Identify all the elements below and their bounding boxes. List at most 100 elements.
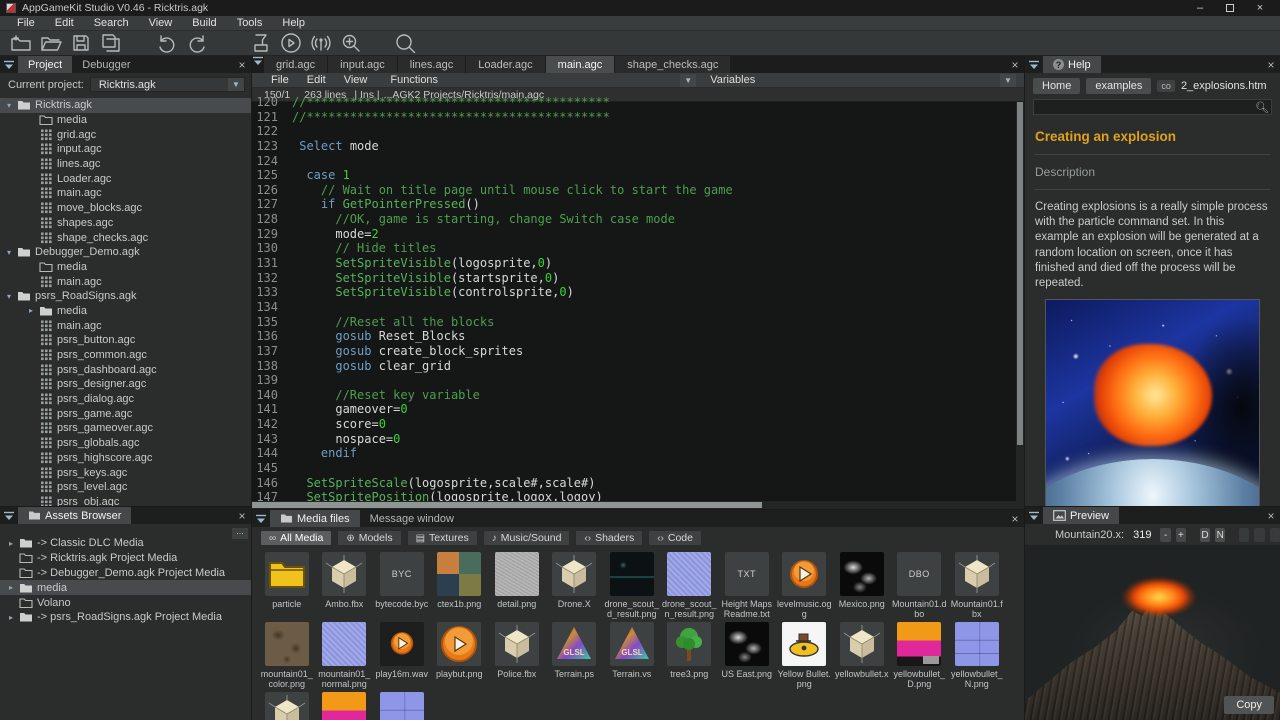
media-item[interactable]: Ambo.fbx (316, 552, 374, 619)
menu-file[interactable]: File (8, 16, 44, 30)
breadcrumb-examples[interactable]: examples (1086, 78, 1151, 94)
chevron-right-icon[interactable]: ▸ (4, 539, 18, 548)
breadcrumb-home[interactable]: Home (1033, 78, 1080, 94)
media-item[interactable]: US East.png (718, 622, 776, 689)
media-thumbnail-cube[interactable] (322, 552, 366, 596)
media-item[interactable]: yellowbullet_D.png (891, 622, 949, 689)
media-item[interactable] (373, 692, 431, 720)
panel-menu-icon[interactable] (0, 507, 18, 524)
media-item[interactable]: Mountain01.fbx (948, 552, 1006, 619)
media-thumbnail-cube[interactable] (265, 692, 309, 720)
code-line[interactable]: 143 nospace=0 (252, 432, 1016, 447)
tab-assets-browser[interactable]: Assets Browser (18, 507, 131, 524)
media-thumbnail-clouds[interactable] (725, 622, 769, 666)
new-project-button[interactable] (6, 31, 36, 55)
media-item[interactable]: playbut.png (431, 622, 489, 689)
media-item[interactable] (258, 692, 316, 720)
project-tree-item[interactable]: psrs_keys.agc (0, 465, 251, 480)
panel-menu-icon[interactable] (0, 56, 18, 73)
project-tree-item[interactable]: psrs_globals.agc (0, 436, 251, 451)
help-search-input[interactable] (1034, 101, 1253, 113)
media-thumbnail-sheetN[interactable] (380, 692, 424, 720)
run-button[interactable] (276, 31, 306, 55)
media-item[interactable]: yellowbullet_N.png (948, 622, 1006, 689)
search-icon[interactable]: 🔍︎ (1253, 101, 1271, 114)
project-tree-item[interactable]: move_blocks.agc (0, 201, 251, 216)
close-icon[interactable]: × (1006, 510, 1024, 527)
more-button[interactable]: ... (232, 528, 248, 539)
close-icon[interactable]: × (1262, 56, 1280, 73)
close-button[interactable]: × (1246, 1, 1274, 15)
compile-button[interactable] (246, 31, 276, 55)
broadcast-button[interactable] (306, 31, 336, 55)
variables-dropdown[interactable]: Variables ▼ (710, 74, 1016, 87)
media-thumbnail-rock[interactable] (265, 622, 309, 666)
asset-tree-item[interactable]: Volano (0, 595, 251, 610)
chevron-down-icon[interactable]: ▼ (680, 74, 696, 87)
media-item[interactable]: yellowbullet.x (833, 622, 891, 689)
media-thumbnail-badge[interactable]: TXT (725, 552, 769, 596)
menu-help[interactable]: Help (273, 16, 314, 30)
chevron-right-icon[interactable]: ▸ (4, 583, 18, 592)
editor-tab-grid-agc[interactable]: grid.agc (264, 56, 328, 73)
media-item[interactable]: Yellow Bullet.png (776, 622, 834, 689)
code-line[interactable]: 137 gosub create_block_sprites (252, 344, 1016, 359)
media-thumbnail-glsl[interactable]: GLSL (552, 622, 596, 666)
code-line[interactable]: 121//***********************************… (252, 110, 1016, 125)
media-thumbnail-cube[interactable] (552, 552, 596, 596)
code-area[interactable]: 120//***********************************… (252, 102, 1024, 501)
project-tree-item[interactable]: media (0, 260, 251, 275)
project-tree-item[interactable]: psrs_dashboard.agc (0, 362, 251, 377)
horizontal-scrollbar[interactable] (252, 501, 1024, 509)
scrollbar-thumb[interactable] (1017, 102, 1023, 445)
media-thumbnail-glsl[interactable]: GLSL (610, 622, 654, 666)
chevron-down-icon[interactable]: ▼ (228, 78, 244, 91)
media-thumbnail-cube[interactable] (955, 552, 999, 596)
project-tree-item[interactable]: psrs_dialog.agc (0, 392, 251, 407)
media-item[interactable]: Drone.X (546, 552, 604, 619)
project-tree-item[interactable]: ▾Ricktris.agk (0, 98, 251, 113)
tab-debugger[interactable]: Debugger (72, 56, 140, 73)
media-item[interactable]: drone_scout_d_result.png (603, 552, 661, 619)
restore-button[interactable] (1216, 1, 1244, 15)
asset-tree-item[interactable]: -> Ricktris.agk Project Media (0, 551, 251, 566)
asset-tree-item[interactable]: ▸media (0, 580, 251, 595)
chevron-down-icon[interactable]: ▾ (2, 101, 16, 110)
asset-tree-item[interactable]: ▸-> psrs_RoadSigns.agk Project Media (0, 610, 251, 625)
menu-view[interactable]: View (140, 16, 182, 30)
code-line[interactable]: 141 gameover=0 (252, 402, 1016, 417)
media-item[interactable]: levelmusic.ogg (776, 552, 834, 619)
media-thumbnail-folder[interactable] (265, 552, 309, 596)
media-thumbnail-dark[interactable] (610, 552, 654, 596)
vertical-scrollbar[interactable] (1016, 102, 1024, 501)
media-thumbnail-sprites[interactable] (437, 552, 481, 596)
code-line[interactable]: 120//***********************************… (252, 95, 1016, 110)
code-line[interactable]: 129 mode=2 (252, 227, 1016, 242)
media-item[interactable]: mountain01_normal.png (316, 622, 374, 689)
copy-button[interactable]: Copy (1224, 696, 1274, 714)
project-tree-item[interactable]: main.agc (0, 318, 251, 333)
code-line[interactable]: 128 //OK, game is starting, change Switc… (252, 212, 1016, 227)
filter-shaders[interactable]: ‹›Shaders (575, 530, 643, 546)
save-all-button[interactable] (96, 31, 126, 55)
chevron-right-icon[interactable]: ▸ (4, 613, 18, 622)
undo-button[interactable] (152, 31, 182, 55)
filter-textures[interactable]: ▤Textures (407, 530, 478, 546)
project-tree-item[interactable]: psrs_obj.agc (0, 495, 251, 506)
code-line[interactable]: 146 SetSpriteScale(logosprite,scale#,sca… (252, 476, 1016, 491)
media-item[interactable]: Police.fbx (488, 622, 546, 689)
code-line[interactable]: 134 (252, 300, 1016, 315)
project-tree-item[interactable]: main.agc (0, 274, 251, 289)
media-thumbnail-cube[interactable] (495, 622, 539, 666)
project-tree-item[interactable]: ▾psrs_RoadSigns.agk (0, 289, 251, 304)
project-tree-item[interactable]: psrs_gameover.agc (0, 421, 251, 436)
media-item[interactable]: detail.png (488, 552, 546, 619)
tab-message-window[interactable]: Message window (360, 510, 464, 527)
code-line[interactable]: 127 if GetPointerPressed() (252, 197, 1016, 212)
project-tree-item[interactable]: psrs_designer.agc (0, 377, 251, 392)
media-item[interactable]: play16m.wav (373, 622, 431, 689)
normal-button[interactable]: N (1215, 528, 1225, 542)
code-line[interactable]: 140 //Reset key variable (252, 388, 1016, 403)
chevron-down-icon[interactable]: ▾ (2, 248, 16, 257)
menu-tools[interactable]: Tools (228, 16, 272, 30)
